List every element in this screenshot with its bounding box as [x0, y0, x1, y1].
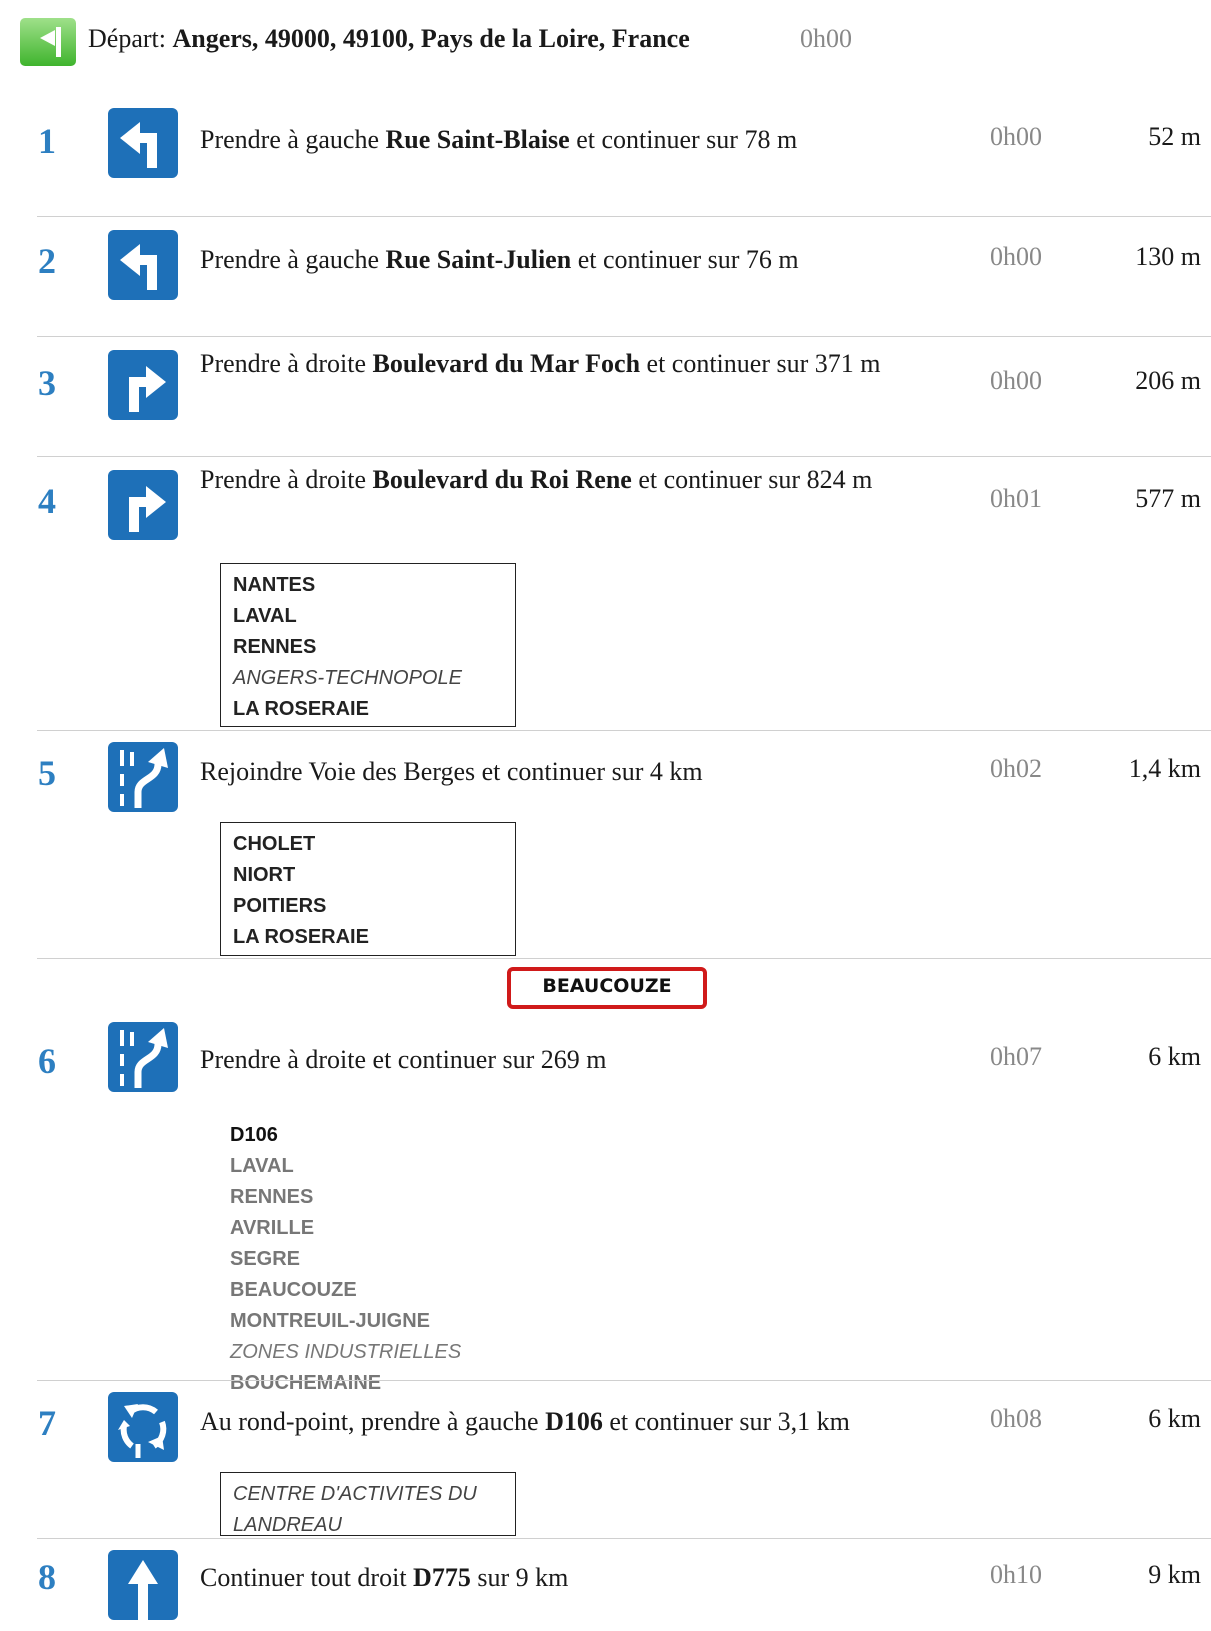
- divider: [37, 958, 1211, 959]
- step-number: 5: [38, 753, 56, 793]
- turn-right-icon: [108, 350, 178, 420]
- departure-row: Départ: Angers, 49000, 49100, Pays de la…: [20, 18, 1200, 68]
- town-entry-sign: BEAUCOUZE: [507, 967, 707, 1009]
- direction-signs: CENTRE D'ACTIVITES DU LANDREAU: [220, 1472, 516, 1536]
- direction-signs: NANTES LAVAL RENNES ANGERS-TECHNOPOLE LA…: [220, 563, 516, 727]
- step-number: 2: [38, 241, 56, 281]
- divider: [37, 730, 1211, 731]
- sign-destination: LA ROSERAIE: [233, 926, 369, 948]
- merge-right-icon: [108, 742, 178, 812]
- step-instruction: Prendre à droite Boulevard du Roi Rene e…: [200, 465, 873, 494]
- sign-destination: SEGRE: [230, 1248, 301, 1270]
- sign-destination: CENTRE D'ACTIVITES DU LANDREAU: [233, 1483, 477, 1536]
- departure-place: Angers, 49000, 49100, Pays de la Loire, …: [172, 24, 690, 53]
- sign-destination: RENNES: [230, 1186, 314, 1208]
- divider: [37, 1538, 1211, 1539]
- step-distance: 1,4 km: [1128, 754, 1201, 783]
- step-time: 0h01: [990, 484, 1042, 513]
- sign-destination: RENNES: [233, 636, 317, 658]
- step-time: 0h07: [990, 1042, 1042, 1071]
- step-distance: 206 m: [1135, 366, 1201, 395]
- sign-destination: LAVAL: [230, 1155, 294, 1177]
- turn-right-icon: [108, 470, 178, 540]
- step-distance: 52 m: [1148, 122, 1201, 151]
- sign-destination: LA ROSERAIE: [233, 698, 369, 720]
- sign-destination: ANGERS-TECHNOPOLE: [233, 667, 462, 689]
- sign-destination: LAVAL: [233, 605, 297, 627]
- step-time: 0h02: [990, 754, 1042, 783]
- sign-destination: NIORT: [233, 864, 296, 886]
- step-instruction: Prendre à gauche Rue Saint-Blaise et con…: [200, 125, 798, 154]
- route-step-1[interactable]: 1 Prendre à gauche Rue Saint-Blaise et c…: [0, 96, 1211, 216]
- step-instruction: Prendre à gauche Rue Saint-Julien et con…: [200, 245, 799, 274]
- step-instruction: Rejoindre Voie des Berges et continuer s…: [200, 757, 703, 786]
- step-time: 0h10: [990, 1560, 1042, 1589]
- step-number: 4: [38, 481, 56, 521]
- route-step-8[interactable]: 8 Continuer tout droit D775 sur 9 km 0h1…: [0, 1538, 1211, 1631]
- divider: [37, 1380, 1211, 1381]
- divider: [37, 216, 1211, 217]
- departure-time: 0h00: [800, 24, 852, 53]
- step-time: 0h08: [990, 1404, 1042, 1433]
- route-step-2[interactable]: 2 Prendre à gauche Rue Saint-Julien et c…: [0, 216, 1211, 336]
- step-distance: 577 m: [1135, 484, 1201, 513]
- step-number: 6: [38, 1041, 56, 1081]
- step-instruction: Continuer tout droit D775 sur 9 km: [200, 1563, 569, 1592]
- step-number: 7: [38, 1403, 56, 1443]
- route-step-6[interactable]: 6 Prendre à droite et continuer sur 269 …: [0, 958, 1211, 1394]
- step-number: 8: [38, 1557, 56, 1597]
- step-number: 1: [38, 121, 56, 161]
- sign-road-number: D106: [230, 1124, 278, 1146]
- sign-destination: BEAUCOUZE: [230, 1279, 357, 1301]
- route-step-4[interactable]: 4 Prendre à droite Boulevard du Roi Rene…: [0, 456, 1211, 730]
- divider: [37, 336, 1211, 337]
- straight-icon: [108, 1550, 178, 1620]
- divider: [37, 456, 1211, 457]
- route-step-5[interactable]: 5 Rejoindre Voie des Berges et continuer…: [0, 730, 1211, 958]
- direction-signs: CHOLET NIORT POITIERS LA ROSERAIE: [220, 822, 516, 956]
- direction-signs: D106 LAVAL RENNES AVRILLE SEGRE BEAUCOUZ…: [230, 1120, 461, 1399]
- step-time: 0h00: [990, 122, 1042, 151]
- sign-destination: MONTREUIL-JUIGNE: [230, 1310, 430, 1332]
- sign-destination: POITIERS: [233, 895, 327, 917]
- sign-destination: ZONES INDUSTRIELLES: [230, 1341, 462, 1363]
- sign-destination: NANTES: [233, 574, 316, 596]
- turn-left-icon: [108, 108, 178, 178]
- step-distance: 130 m: [1135, 242, 1201, 271]
- step-distance: 6 km: [1148, 1042, 1201, 1071]
- merge-right-icon: [108, 1022, 178, 1092]
- sign-destination: AVRILLE: [230, 1217, 315, 1239]
- step-distance: 9 km: [1148, 1560, 1201, 1589]
- route-step-3[interactable]: 3 Prendre à droite Boulevard du Mar Foch…: [0, 336, 1211, 456]
- departure-text: Départ: Angers, 49000, 49100, Pays de la…: [88, 24, 690, 54]
- turn-left-icon: [108, 230, 178, 300]
- step-instruction: Prendre à droite et continuer sur 269 m: [200, 1045, 607, 1074]
- roundabout-icon: [108, 1392, 178, 1462]
- step-instruction: Prendre à droite Boulevard du Mar Foch e…: [200, 349, 881, 378]
- step-time: 0h00: [990, 242, 1042, 271]
- sign-destination: CHOLET: [233, 833, 316, 855]
- step-distance: 6 km: [1148, 1404, 1201, 1433]
- route-step-7[interactable]: 7 Au rond-point, prendre à gauche D106 e…: [0, 1380, 1211, 1538]
- start-flag-icon: [20, 18, 76, 66]
- step-number: 3: [38, 363, 56, 403]
- step-time: 0h00: [990, 366, 1042, 395]
- departure-prefix: Départ:: [88, 24, 166, 53]
- step-instruction: Au rond-point, prendre à gauche D106 et …: [200, 1407, 850, 1436]
